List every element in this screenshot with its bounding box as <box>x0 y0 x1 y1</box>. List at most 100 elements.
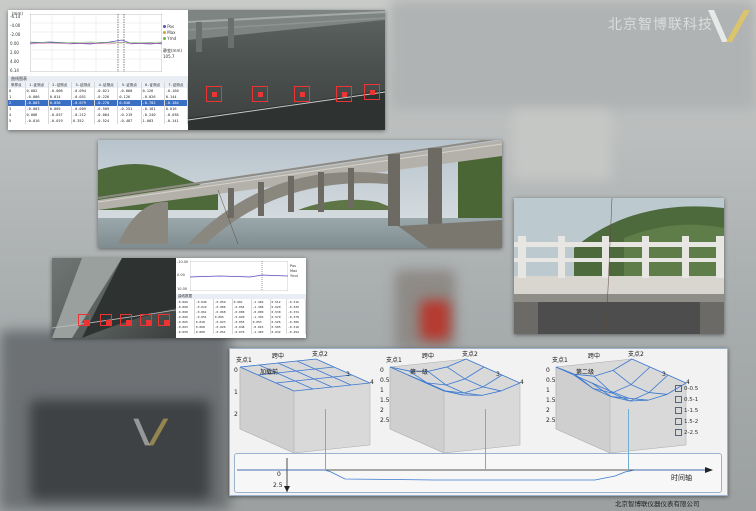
target-marker <box>294 86 310 102</box>
bg-blur-block <box>420 300 450 340</box>
z-tick: 1.5 <box>380 397 390 404</box>
midspan-label: 跨中 <box>272 353 285 360</box>
y-tick: -4.00 <box>10 23 21 28</box>
mesh-plot <box>389 358 521 454</box>
target-marker <box>336 86 352 102</box>
table-cell: -0.524 <box>94 118 119 124</box>
z-tick: 1.5 <box>546 397 556 404</box>
z-tick: 0.5 <box>546 377 556 384</box>
guide-line <box>325 409 326 469</box>
stage-label: 第二级 <box>576 369 595 376</box>
table-cell: -0.076 <box>232 329 252 334</box>
table-cell: 5 <box>8 118 26 124</box>
railing-image <box>514 198 724 334</box>
legend-dot-icon <box>163 25 166 28</box>
support-label-1: 支点1 <box>386 357 402 364</box>
support-label-2: 支点2 <box>312 351 328 358</box>
target-marker <box>206 86 222 102</box>
target-marker <box>100 314 112 326</box>
y-tick: 0.00 <box>10 41 19 46</box>
bridge-arch-underside-image <box>52 258 176 338</box>
y-tick: -6.14 <box>10 14 21 19</box>
y-tick: -10.00 <box>177 260 189 264</box>
table-cell: 0.632 <box>270 329 287 334</box>
company-footer: 北京智博联仪器仪表有限公司 <box>615 500 700 508</box>
deflection-chart: 支点1 跨中 支点2 第二级 3 4 0 0.5 1 1.5 2 2.5 <box>546 349 696 454</box>
legend-label: 0-0.5 <box>684 386 699 392</box>
legend-label: Ymd <box>290 274 298 278</box>
support-label-1: 支点1 <box>552 357 568 364</box>
target-marker <box>78 314 90 326</box>
y-tick: 10.00 <box>177 287 188 291</box>
bg-blur-block <box>30 400 210 500</box>
legend-label: Max <box>167 30 176 35</box>
timeline[interactable]: 时间轴 0 2.5 <box>234 453 722 493</box>
legend-label: 0.5-1 <box>684 397 699 403</box>
z-tick: 2.5 <box>546 417 556 424</box>
data-table: -0.066 -0.046 -0.059 0.001 -1.402 0.512 -0.316… <box>176 299 306 334</box>
z-tick: 2 <box>380 407 384 414</box>
table-row[interactable]: 5 -0.016 -0.019 0.352 -0.524 -0.487 1.003 -0.14… <box>8 118 189 124</box>
monitor-software-panel: (mm) -6.14 -4.00 -2.00 0.00 2.00 4.00 6.… <box>8 10 385 130</box>
target-marker <box>364 84 380 100</box>
y-tick: 4.00 <box>10 59 19 64</box>
legend-label: Ymd <box>167 36 177 41</box>
guide-line <box>628 409 629 469</box>
bridge-underside-image <box>188 10 385 130</box>
x-tick: 4 <box>370 379 374 386</box>
z-tick: 0.5 <box>380 377 390 384</box>
z-tick: 1 <box>546 387 550 394</box>
table-cell: 0.352 <box>71 118 96 124</box>
table-row[interactable]: -0.059 0.008 -0.051 -0.076 -1.403 0.632 -0.294 <box>176 329 306 334</box>
logo-icon <box>708 10 750 42</box>
table-cell: 1.003 <box>141 118 165 124</box>
support-label-1: 支点1 <box>236 357 252 364</box>
small-table-wrap: 曲线数据 -0.066 -0.046 -0.059 0.001 -1.402 0.512-… <box>176 294 306 338</box>
midspan-label: 跨中 <box>588 353 601 360</box>
deflection-chart: 支点1 跨中 支点2 第一级 3 4 0 0.5 1 1.5 2 2.5 <box>380 349 530 454</box>
z-tick: 2 <box>546 407 550 414</box>
table-cell: -0.294 <box>286 329 306 334</box>
watermark-text: 北京智博联科技 <box>608 17 713 33</box>
arch-bridge-image <box>98 140 502 248</box>
monitor-software-panel-small: -10.00 0.00 10.00 Pos Max Ymd 曲线数据 -0.06… <box>52 258 306 338</box>
data-table: 采样点 1-证测点 2-证测点 3-证测点 4-证测点 5-证测点 6-证测点 7-证测点 0… <box>8 82 189 124</box>
legend-swatch-icon <box>675 407 682 414</box>
table-cell: -0.051 <box>213 329 233 334</box>
bg-blur-block <box>512 110 612 180</box>
timeline-label: 时间轴 <box>671 474 692 482</box>
legend-swatch-icon <box>675 396 682 403</box>
chart-legend: Pos Max Ymd <box>290 264 298 279</box>
z-tick: 1 <box>234 389 238 396</box>
camera-view <box>188 10 385 130</box>
y-tick: 2.00 <box>10 50 19 55</box>
side-value: 105.7 <box>163 54 175 59</box>
target-marker <box>158 314 170 326</box>
timeline-tick: 2.5 <box>273 482 283 489</box>
logo-icon <box>133 418 169 446</box>
support-label-2: 支点2 <box>462 351 478 358</box>
camera-view <box>52 258 176 338</box>
target-marker <box>252 86 268 102</box>
table-cell: -0.019 <box>48 118 72 124</box>
timeline-curve <box>237 469 705 481</box>
legend-dot-icon <box>163 31 166 34</box>
mesh-plot <box>239 358 371 454</box>
target-marker <box>140 314 152 326</box>
displacement-chart: (mm) -6.14 -4.00 -2.00 0.00 2.00 4.00 6.… <box>8 10 188 76</box>
z-tick: 2.5 <box>380 417 390 424</box>
z-tick: 0 <box>546 367 550 374</box>
deflection-3d-panel: 支点1 跨中 支点2 加载前 3 4 0 1 2 支点1 跨中 支点2 第一级 3 4 0 0.5 1 1.5 2 2.… <box>229 348 728 496</box>
z-tick: 2 <box>234 411 238 418</box>
stage-label: 第一级 <box>410 369 429 376</box>
x-tick: 3 <box>346 371 350 378</box>
table-cell: -0.141 <box>164 118 189 124</box>
legend-label: 1.5-2 <box>684 419 699 425</box>
legend-swatch-icon <box>675 385 682 392</box>
table-cell: -0.059 <box>176 329 195 334</box>
legend-dot-icon <box>163 37 166 40</box>
table-cell: -0.487 <box>117 118 142 124</box>
x-tick: 3 <box>662 371 666 378</box>
stage-label: 加载前 <box>260 369 279 376</box>
legend-label: 1-1.5 <box>684 408 699 414</box>
